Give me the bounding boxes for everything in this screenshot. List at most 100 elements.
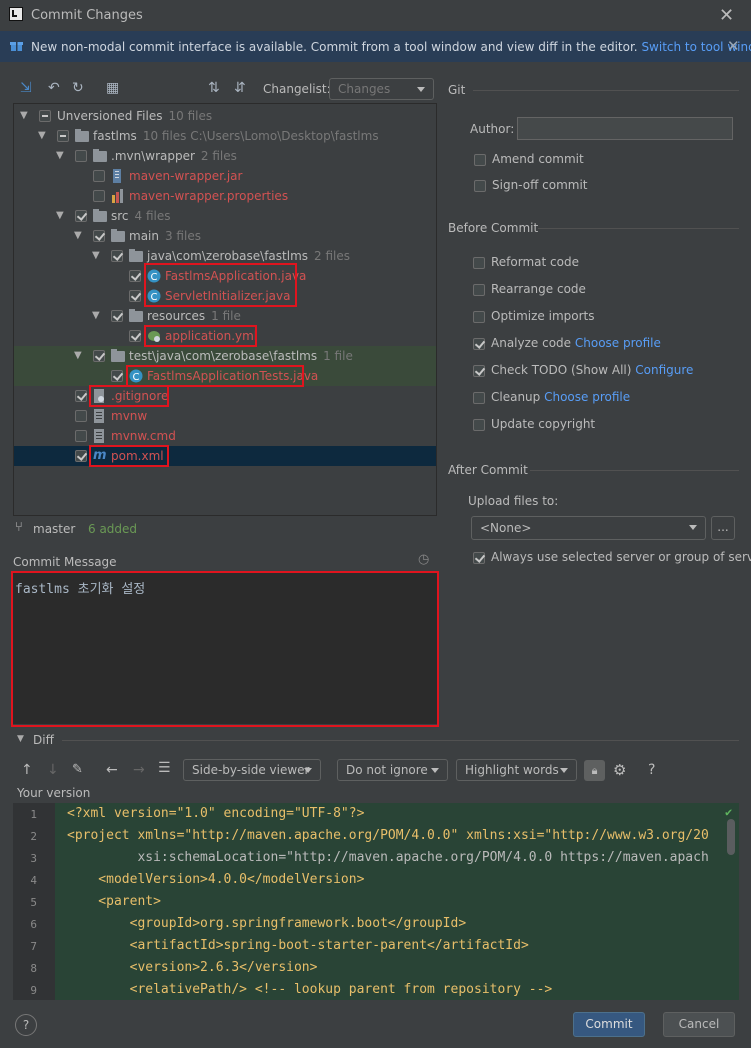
- edit-pencil-icon[interactable]: ✎: [72, 762, 83, 777]
- line-number: 2: [30, 830, 37, 843]
- before-commit-title: Before Commit: [448, 221, 539, 235]
- close-icon[interactable]: ✕: [719, 5, 734, 26]
- commit-message-label: Commit Message: [13, 555, 117, 569]
- after-commit-title: After Commit: [448, 463, 528, 477]
- viewer-mode-dropdown[interactable]: Side-by-side viewer: [183, 759, 321, 781]
- chevron-down-icon[interactable]: ▼: [38, 126, 46, 146]
- cancel-button[interactable]: Cancel: [663, 1012, 735, 1037]
- checkbox[interactable]: [129, 330, 141, 342]
- diff-arrows-icon[interactable]: ⇲: [20, 80, 32, 96]
- chevron-down-icon[interactable]: ▼: [56, 146, 64, 166]
- ignore-whitespace-dropdown[interactable]: Do not ignore: [337, 759, 448, 781]
- checkbox[interactable]: [75, 150, 87, 162]
- checkbox[interactable]: [93, 350, 105, 362]
- gift-icon: [10, 42, 23, 51]
- tree-row[interactable]: mvnw: [14, 406, 436, 426]
- tree-row[interactable]: m pom.xml: [14, 446, 436, 466]
- checkbox[interactable]: [75, 430, 87, 442]
- tree-row[interactable]: ▼ Unversioned Files 10 files: [14, 106, 436, 126]
- arrow-up-icon[interactable]: ↑: [21, 762, 33, 778]
- checkbox[interactable]: [57, 130, 69, 142]
- tree-row[interactable]: ▼ .mvn\wrapper 2 files: [14, 146, 436, 166]
- browse-button[interactable]: ...: [711, 516, 735, 540]
- checkbox[interactable]: [129, 270, 141, 282]
- line-number: 8: [30, 962, 37, 975]
- list-menu-icon[interactable]: ☰: [158, 760, 171, 776]
- diff-editor[interactable]: 1 2 3 4 5 6 7 8 9 <?xml version="1.0" en…: [13, 803, 739, 1000]
- changelist-dropdown[interactable]: Changes: [329, 78, 434, 100]
- checkbox[interactable]: [474, 180, 486, 192]
- tree-row[interactable]: mvnw.cmd: [14, 426, 436, 446]
- code-line: <groupId>org.springframework.boot</group…: [67, 916, 467, 931]
- checkbox[interactable]: [75, 210, 87, 222]
- commit-button[interactable]: Commit: [573, 1012, 645, 1037]
- tree-label: maven-wrapper.properties: [129, 189, 289, 203]
- chevron-down-icon[interactable]: ▼: [56, 206, 64, 226]
- checkbox[interactable]: [473, 552, 485, 564]
- rollback-icon[interactable]: ↶: [48, 80, 60, 96]
- lock-icon[interactable]: 🔒︎: [584, 760, 605, 781]
- arrow-down-icon[interactable]: ↓: [47, 762, 59, 778]
- checkbox[interactable]: [93, 170, 105, 182]
- group-by-icon[interactable]: ▦: [106, 80, 119, 96]
- scrollbar[interactable]: [727, 819, 735, 855]
- chevron-down-icon[interactable]: ▼: [74, 226, 82, 246]
- gear-icon[interactable]: ⚙: [613, 761, 626, 779]
- history-clock-icon[interactable]: ◷: [418, 552, 429, 567]
- banner-close-icon[interactable]: ✕: [727, 37, 740, 55]
- checkbox[interactable]: [111, 250, 123, 262]
- tree-row[interactable]: maven-wrapper.jar: [14, 166, 436, 186]
- tree-row[interactable]: ▼ src 4 files: [14, 206, 436, 226]
- collapse-all-icon[interactable]: ⇵: [234, 80, 246, 96]
- upload-files-label: Upload files to:: [468, 494, 559, 508]
- checkbox[interactable]: [129, 290, 141, 302]
- checkbox[interactable]: [473, 365, 485, 377]
- checkbox[interactable]: [473, 392, 485, 404]
- checkbox[interactable]: [473, 257, 485, 269]
- choose-profile-link[interactable]: Choose profile: [575, 336, 661, 350]
- tree-row[interactable]: ▼ fastlms 10 files C:\Users\Lomo\Desktop\…: [14, 126, 436, 146]
- tree-row[interactable]: ▼ main 3 files: [14, 226, 436, 246]
- arrow-left-icon[interactable]: ←: [106, 762, 118, 778]
- configure-link[interactable]: Configure: [635, 363, 693, 377]
- chevron-down-icon[interactable]: ▼: [17, 734, 24, 744]
- chevron-down-icon[interactable]: ▼: [20, 106, 28, 126]
- checkbox[interactable]: [111, 310, 123, 322]
- tree-label: resources: [147, 309, 206, 323]
- highlight-words-dropdown[interactable]: Highlight words: [456, 759, 577, 781]
- checkbox[interactable]: [39, 110, 51, 122]
- checkbox[interactable]: [473, 284, 485, 296]
- checkbox[interactable]: [474, 154, 486, 166]
- checkbox[interactable]: [75, 450, 87, 462]
- tree-label: fastlms: [93, 129, 137, 143]
- checkbox[interactable]: [93, 230, 105, 242]
- tree-row[interactable]: .gitignore: [14, 386, 436, 406]
- tree-row[interactable]: maven-wrapper.properties: [14, 186, 436, 206]
- chevron-down-icon[interactable]: ▼: [92, 246, 100, 266]
- tree-row[interactable]: ▼ test\java\com\zerobase\fastlms 1 file: [14, 346, 436, 366]
- tree-label: .mvn\wrapper: [111, 149, 195, 163]
- checkbox[interactable]: [473, 311, 485, 323]
- cleanup-choose-profile-link[interactable]: Choose profile: [544, 390, 630, 404]
- expand-all-icon[interactable]: ⇅: [208, 80, 220, 96]
- refresh-icon[interactable]: ↻: [72, 80, 84, 96]
- author-input[interactable]: [517, 117, 733, 140]
- chevron-down-icon[interactable]: ▼: [92, 306, 100, 326]
- added-count: 6 added: [88, 522, 138, 536]
- checkbox[interactable]: [111, 370, 123, 382]
- checkbox[interactable]: [93, 190, 105, 202]
- checkbox[interactable]: [75, 390, 87, 402]
- annotation-box: [89, 445, 169, 467]
- arrow-right-icon[interactable]: →: [133, 762, 145, 778]
- chevron-down-icon[interactable]: ▼: [74, 346, 82, 366]
- line-number: 7: [30, 940, 37, 953]
- checkbox[interactable]: [75, 410, 87, 422]
- checkbox[interactable]: [473, 419, 485, 431]
- properties-file-icon: [112, 189, 123, 203]
- tree-row[interactable]: ▼ resources 1 file: [14, 306, 436, 326]
- tree-label: src: [111, 209, 129, 223]
- help-button[interactable]: ?: [15, 1014, 37, 1036]
- help-icon[interactable]: ?: [648, 762, 655, 778]
- checkbox[interactable]: [473, 338, 485, 350]
- upload-server-dropdown[interactable]: <None>: [471, 516, 706, 540]
